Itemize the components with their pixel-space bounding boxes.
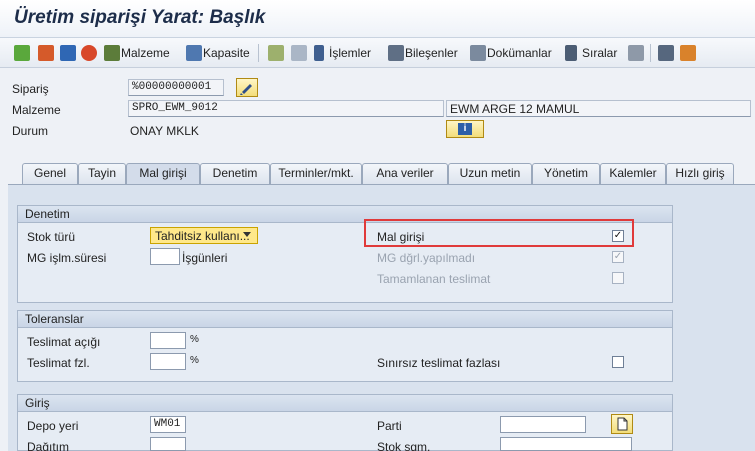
stok-turu-label: Stok türü [27,230,76,244]
mal-girisi-checkbox[interactable]: ✓ [612,230,624,242]
tamamlanan-checkbox [612,272,624,284]
chevron-down-icon [243,232,251,237]
percent-label: % [190,355,199,366]
parti-label: Parti [377,419,402,433]
dagitim-label: Dağıtım [27,440,70,451]
flag-icon[interactable] [14,45,30,61]
lifebuoy-icon[interactable] [81,45,97,61]
malzeme-field[interactable]: SPRO_EWM_9012 [128,100,444,117]
depo-yeri-label: Depo yeri [27,419,79,433]
hierarchy-icon[interactable] [268,45,284,61]
stok-sgm-input[interactable] [500,437,632,451]
sinirsiz-label: Sınırsız teslimat fazlası [377,356,501,370]
dagitim-input[interactable] [150,437,186,451]
components-icon[interactable] [388,45,404,61]
pencil-icon [240,84,252,95]
document-icon[interactable] [38,45,54,61]
stok-turu-value: Tahditsiz kullanı... [155,229,250,243]
dokumanlar-button[interactable]: Dokümanlar [487,46,552,60]
tab-ana-veriler[interactable]: Ana veriler [362,163,448,184]
stok-turu-dropdown[interactable]: Tahditsiz kullanı... [150,227,258,244]
page-title: Üretim siparişi Yarat: Başlık [14,7,266,28]
edit-pencil-button[interactable] [236,78,258,97]
toolbar-separator [258,44,259,62]
network-icon[interactable] [680,45,696,61]
mal-girisi-label: Mal girişi [377,230,425,244]
tab-genel[interactable]: Genel [22,163,78,184]
save-icon[interactable] [60,45,76,61]
islemler-button[interactable]: İşlemler [329,46,371,60]
mg-islm-unit: İşgünleri [182,251,228,265]
mg-dgrl-checkbox: ✓ [612,251,624,263]
document-icon [617,417,628,431]
teslimat-fzl-input[interactable] [150,353,186,370]
siparis-label: Sipariş [12,82,49,96]
malzeme-description: EWM ARGE 12 MAMUL [446,100,751,117]
info-button[interactable]: i [446,120,484,138]
sequence-icon[interactable] [565,45,577,61]
tab-mal-girisi[interactable]: Mal girişi [126,163,200,184]
siralar-button[interactable]: Sıralar [582,46,617,60]
info-icon: i [458,123,472,135]
teslimat-fzl-label: Teslimat fzl. [27,356,90,370]
kapasite-button[interactable]: Kapasite [203,46,250,60]
tab-uzun-metin[interactable]: Uzun metin [448,163,532,184]
teslimat-acigi-input[interactable] [150,332,186,349]
tamamlanan-label: Tamamlanan teslimat [377,272,491,286]
table-icon[interactable] [658,45,674,61]
title-bar: Üretim siparişi Yarat: Başlık [0,0,755,38]
toolbar-separator [650,44,651,62]
malzeme-label: Malzeme [12,103,61,117]
tab-kalemler[interactable]: Kalemler [600,163,666,184]
mg-dgrl-label: MG dğrl.yapılmadı [377,251,476,265]
sinirsiz-checkbox[interactable] [612,356,624,368]
tab-hizli-giris[interactable]: Hızlı giriş [666,163,734,184]
new-batch-button[interactable] [611,414,633,434]
teslimat-acigi-label: Teslimat açığı [27,335,101,349]
capacity-icon[interactable] [186,45,202,61]
operations-icon[interactable] [314,45,324,61]
material-icon[interactable] [104,45,120,61]
bilesenler-button[interactable]: Bileşenler [405,46,458,60]
tab-denetim[interactable]: Denetim [200,163,270,184]
documents-icon[interactable] [470,45,486,61]
parti-input[interactable] [500,416,586,433]
giris-group-title: Giriş [18,395,672,412]
toleranslar-group-title: Toleranslar [18,311,672,328]
durum-value: ONAY MKLK [130,124,199,138]
mg-islm-label: MG işlm.süresi [27,251,107,265]
siparis-field[interactable]: %00000000001 [128,79,224,96]
durum-label: Durum [12,124,49,138]
toleranslar-group: Toleranslar [17,310,673,382]
stok-sgm-label: Stok sgm. [377,440,431,451]
tab-terminler[interactable]: Terminler/mkt. [270,163,362,184]
cube-icon[interactable] [628,45,644,61]
tab-yonetim[interactable]: Yönetim [532,163,600,184]
malzeme-button[interactable]: Malzeme [121,46,170,60]
depo-yeri-input[interactable]: WM01 [150,416,186,433]
stack-icon[interactable] [291,45,307,61]
mg-islm-input[interactable] [150,248,180,265]
tab-tayin[interactable]: Tayin [78,163,126,184]
percent-label: % [190,334,199,345]
